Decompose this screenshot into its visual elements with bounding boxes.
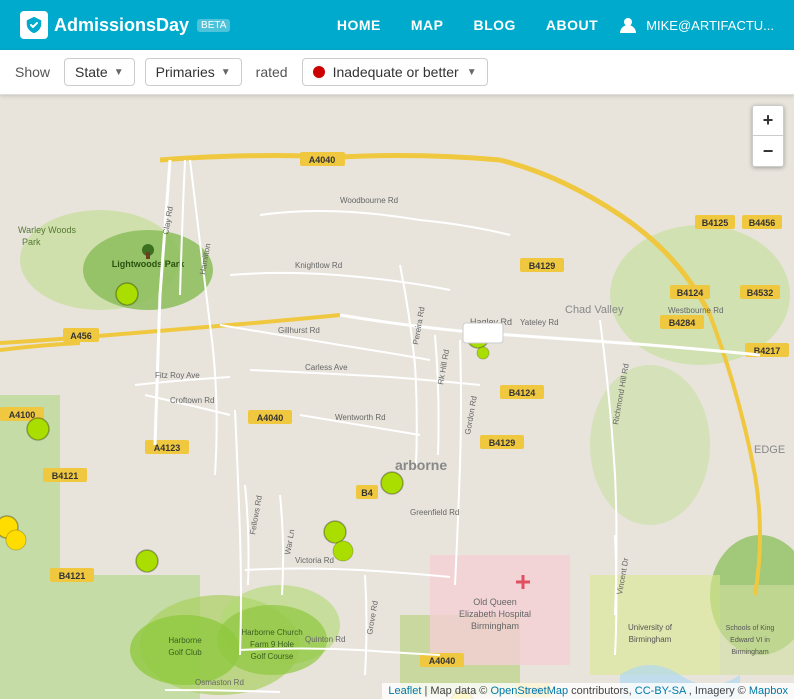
- show-label: Show: [15, 64, 50, 80]
- cc-link[interactable]: CC-BY-SA: [635, 685, 686, 697]
- svg-text:Knightlow Rd: Knightlow Rd: [295, 261, 342, 270]
- svg-text:B4456: B4456: [749, 218, 776, 228]
- svg-text:B4124: B4124: [509, 388, 536, 398]
- rating-dot: [313, 66, 325, 78]
- nav-home[interactable]: HOME: [337, 17, 381, 33]
- user-menu[interactable]: MIKE@ARTIFACTU...: [618, 15, 774, 35]
- svg-text:A4040: A4040: [257, 413, 284, 423]
- main-nav: HOME MAP BLOG ABOUT: [337, 17, 598, 33]
- svg-text:A456: A456: [70, 331, 92, 341]
- svg-text:Golf Club: Golf Club: [168, 648, 202, 657]
- svg-text:Wentworth Rd: Wentworth Rd: [335, 413, 386, 422]
- svg-text:Osmaston Rd: Osmaston Rd: [195, 678, 244, 687]
- school-type-dropdown[interactable]: Primaries ▼: [145, 58, 242, 86]
- osm-link[interactable]: OpenStreetMap: [490, 685, 568, 697]
- rating-value: Inadequate or better: [333, 64, 459, 80]
- state-dropdown[interactable]: State ▼: [64, 58, 135, 86]
- svg-text:Lightwoods Park: Lightwoods Park: [112, 259, 186, 269]
- svg-text:University of: University of: [628, 623, 673, 632]
- svg-text:Carless Ave: Carless Ave: [305, 363, 348, 372]
- svg-text:B4124: B4124: [677, 288, 704, 298]
- map-container[interactable]: Old Queen Elizabeth Hospital Birmingham …: [0, 95, 794, 699]
- app-header: AdmissionsDay BETA HOME MAP BLOG ABOUT M…: [0, 0, 794, 50]
- svg-text:Birmingham: Birmingham: [731, 649, 769, 656]
- svg-text:B4121: B4121: [59, 571, 86, 581]
- svg-text:Golf Course: Golf Course: [251, 652, 294, 661]
- nav-blog[interactable]: BLOG: [473, 17, 515, 33]
- svg-text:A4123: A4123: [154, 443, 181, 453]
- svg-text:EDGE: EDGE: [754, 444, 785, 456]
- svg-text:Westbourne Rd: Westbourne Rd: [668, 306, 723, 315]
- svg-text:A4040: A4040: [429, 656, 456, 666]
- svg-text:B4129: B4129: [529, 261, 556, 271]
- nav-about[interactable]: ABOUT: [546, 17, 598, 33]
- state-dropdown-arrow: ▼: [114, 67, 124, 78]
- svg-text:Gillhurst Rd: Gillhurst Rd: [278, 326, 320, 335]
- svg-text:Woodbourne Rd: Woodbourne Rd: [340, 196, 398, 205]
- logo-icon: [20, 11, 48, 39]
- map-controls: + −: [752, 105, 784, 167]
- map-background: Old Queen Elizabeth Hospital Birmingham …: [0, 95, 794, 699]
- svg-text:B4129: B4129: [489, 438, 516, 448]
- svg-text:Fitz Roy Ave: Fitz Roy Ave: [155, 371, 200, 380]
- svg-text:B4125: B4125: [702, 218, 729, 228]
- svg-text:Chad Valley: Chad Valley: [565, 304, 624, 316]
- logo-text: AdmissionsDay: [54, 15, 189, 36]
- svg-text:Yateley Rd: Yateley Rd: [520, 318, 559, 327]
- filter-bar: Show State ▼ Primaries ▼ rated Inadequat…: [0, 50, 794, 95]
- svg-text:Park: Park: [22, 237, 41, 247]
- svg-text:Greenfield Rd: Greenfield Rd: [410, 508, 459, 517]
- svg-text:Harborne Church: Harborne Church: [241, 628, 302, 637]
- svg-text:A4100: A4100: [9, 410, 36, 420]
- user-icon: [618, 15, 638, 35]
- rated-label: rated: [256, 64, 288, 80]
- svg-text:B4532: B4532: [747, 288, 774, 298]
- user-email: MIKE@ARTIFACTU...: [646, 18, 774, 33]
- nav-map[interactable]: MAP: [411, 17, 444, 33]
- mapbox-link[interactable]: Mapbox: [749, 685, 788, 697]
- beta-badge: BETA: [197, 19, 230, 32]
- svg-text:Birmingham: Birmingham: [629, 635, 672, 644]
- school-type-arrow: ▼: [221, 67, 231, 78]
- svg-text:Harborne: Harborne: [168, 636, 202, 645]
- zoom-in-button[interactable]: +: [753, 106, 783, 136]
- svg-text:A4040: A4040: [309, 155, 336, 165]
- svg-text:Old Queen: Old Queen: [473, 597, 517, 607]
- map-attribution: Leaflet | Map data © OpenStreetMap contr…: [382, 683, 794, 699]
- svg-text:B4284: B4284: [669, 318, 696, 328]
- svg-text:Warley Woods: Warley Woods: [18, 225, 77, 235]
- svg-text:Victoria Rd: Victoria Rd: [295, 556, 334, 565]
- svg-text:arborne: arborne: [395, 457, 447, 473]
- zoom-out-button[interactable]: −: [753, 136, 783, 166]
- svg-text:B4121: B4121: [52, 471, 79, 481]
- school-type-value: Primaries: [156, 64, 215, 80]
- svg-text:Edward VI in: Edward VI in: [730, 637, 770, 644]
- state-dropdown-value: State: [75, 64, 108, 80]
- rating-arrow: ▼: [467, 67, 477, 78]
- svg-text:Elizabeth Hospital: Elizabeth Hospital: [459, 609, 531, 619]
- rating-dropdown[interactable]: Inadequate or better ▼: [302, 58, 488, 86]
- svg-text:Schools of King: Schools of King: [726, 625, 775, 632]
- svg-text:B4: B4: [361, 488, 373, 498]
- svg-text:Quinton Rd: Quinton Rd: [305, 635, 345, 644]
- logo[interactable]: AdmissionsDay BETA: [20, 11, 230, 39]
- leaflet-link[interactable]: Leaflet: [388, 685, 421, 697]
- svg-text:Croftown Rd: Croftown Rd: [170, 396, 214, 405]
- svg-text:Birmingham: Birmingham: [471, 621, 519, 631]
